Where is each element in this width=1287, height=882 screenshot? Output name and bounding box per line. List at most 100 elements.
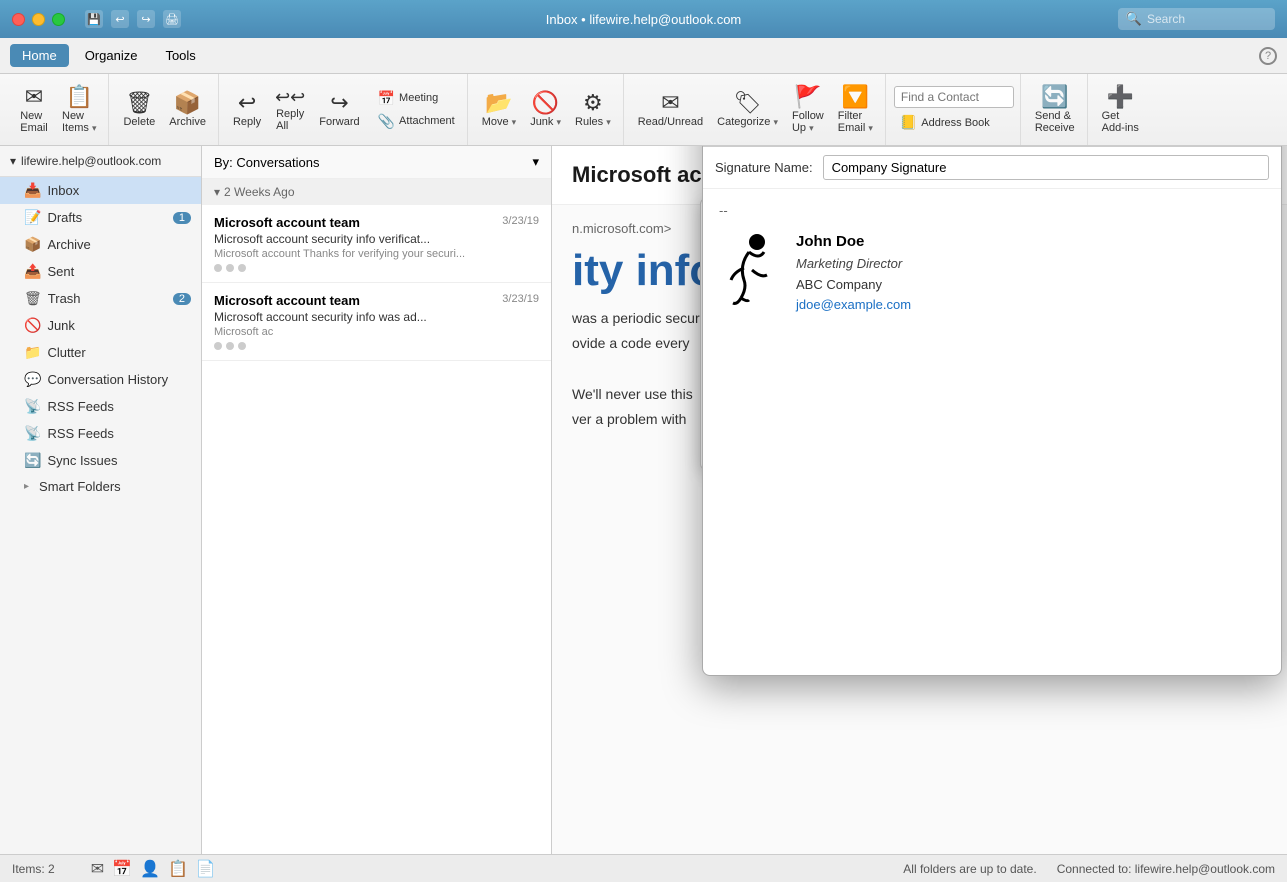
forward-button[interactable]: ↪ Forward: [313, 88, 365, 132]
chevron-down-icon: ▾: [10, 154, 16, 168]
delete-label: Delete: [123, 116, 155, 128]
sidebar-item-archive[interactable]: 📦 Archive: [0, 231, 201, 258]
sidebar-item-drafts[interactable]: 📝 Drafts 1: [0, 204, 201, 231]
meeting-button[interactable]: 📅 Meeting: [372, 88, 461, 109]
sync-label: Sync Issues: [47, 453, 117, 468]
send-receive-button[interactable]: 🔄 Send &Receive: [1029, 82, 1081, 138]
sent-icon: 📤: [24, 263, 41, 280]
sidebar-item-junk[interactable]: 🚫 Junk: [0, 312, 201, 339]
tab-organize[interactable]: Organize: [73, 44, 150, 67]
ribbon-group-send-receive: 🔄 Send &Receive: [1023, 74, 1088, 145]
move-label: Move ▾: [482, 116, 517, 128]
from-address: n.microsoft.com>: [572, 221, 671, 236]
new-items-button[interactable]: 📋 NewItems ▾: [56, 82, 102, 138]
sidebar-item-smart-folders[interactable]: ▸ Smart Folders: [0, 474, 201, 499]
sidebar-item-clutter[interactable]: 📁 Clutter: [0, 339, 201, 366]
close-button[interactable]: [12, 13, 25, 26]
save-ctrl[interactable]: 💾: [85, 10, 103, 28]
rules-button[interactable]: ⚙ Rules ▾: [569, 88, 617, 132]
signature-name-row: Signature Name:: [703, 147, 1281, 189]
new-items-icon: 📋: [66, 86, 93, 108]
move-button[interactable]: 📂 Move ▾: [476, 88, 523, 132]
reply-button[interactable]: ↩ Reply: [227, 88, 267, 132]
get-add-ins-icon: ➕: [1107, 86, 1134, 108]
expand-icon: ▸: [24, 481, 29, 492]
rules-label: Rules ▾: [575, 116, 611, 128]
undo-ctrl[interactable]: ↩: [111, 10, 129, 28]
sig-text-block: John Doe Marketing Director ABC Company …: [796, 230, 911, 316]
minimize-button[interactable]: [32, 13, 45, 26]
forward-label: Forward: [319, 116, 359, 128]
forward-icon: ↪: [330, 92, 348, 114]
items-count: Items: 2: [12, 862, 55, 876]
attachment-label: Attachment: [399, 115, 455, 127]
redo-ctrl[interactable]: ↪: [137, 10, 155, 28]
sidebar-item-rss1[interactable]: 📡 RSS Feeds: [0, 393, 201, 420]
conversation-history-label: Conversation History: [47, 372, 168, 387]
archive-folder-icon: 📦: [24, 236, 41, 253]
sidebar-item-conversation-history[interactable]: 💬 Conversation History: [0, 366, 201, 393]
get-add-ins-button[interactable]: ➕ GetAdd-ins: [1096, 82, 1145, 138]
tasks-icon[interactable]: 📋: [168, 859, 188, 879]
menubar: Home Organize Tools ?: [0, 38, 1287, 74]
find-contact-input[interactable]: [894, 86, 1014, 108]
company-logo-svg: [719, 230, 784, 305]
mail-icon[interactable]: ✉: [91, 859, 104, 879]
junk-folder-label: Junk: [47, 318, 74, 333]
ribbon-group-respond: ↩ Reply ↩↩ ReplyAll ↪ Forward 📅 Meeting …: [221, 74, 468, 145]
tab-tools[interactable]: Tools: [153, 44, 207, 67]
follow-up-button[interactable]: 🚩 FollowUp ▾: [786, 82, 830, 138]
email-item-2[interactable]: 3/23/19 Microsoft account team Microsoft…: [202, 283, 551, 361]
junk-icon: 🚫: [532, 92, 559, 114]
email-item-1[interactable]: 3/23/19 Microsoft account team Microsoft…: [202, 205, 551, 283]
delete-button[interactable]: 🗑 Delete: [117, 88, 161, 132]
bottom-icons: ✉ 📅 👤 📋 📄: [91, 859, 216, 879]
read-unread-button[interactable]: ✉ Read/Unread: [632, 88, 709, 132]
maximize-button[interactable]: [52, 13, 65, 26]
search-bar[interactable]: 🔍: [1118, 8, 1275, 30]
status-text: All folders are up to date.: [903, 862, 1036, 876]
sidebar-item-sent[interactable]: 📤 Sent: [0, 258, 201, 285]
follow-up-icon: 🚩: [794, 86, 821, 108]
smart-folders-label: Smart Folders: [39, 479, 121, 494]
archive-button[interactable]: 📦 Archive: [163, 88, 212, 132]
reply-all-button[interactable]: ↩↩ ReplyAll: [269, 84, 311, 136]
new-email-button[interactable]: ✉ NewEmail: [14, 82, 54, 138]
filter-email-label: FilterEmail ▾: [838, 110, 873, 134]
contacts-icon[interactable]: 👤: [140, 859, 160, 879]
sidebar-account[interactable]: ▾ lifewire.help@outlook.com: [0, 146, 201, 177]
calendar-icon[interactable]: 📅: [112, 859, 132, 879]
categorize-icon: 🏷: [734, 92, 762, 114]
reply-label: Reply: [233, 116, 261, 128]
sig-name-label: Signature Name:: [715, 160, 813, 175]
notes-icon[interactable]: 📄: [196, 859, 216, 879]
search-input[interactable]: [1147, 12, 1267, 26]
sidebar-item-sync[interactable]: 🔄 Sync Issues: [0, 447, 201, 474]
meeting-icon: 📅: [378, 90, 395, 107]
dot: [226, 342, 234, 350]
new-items-label: NewItems ▾: [62, 110, 96, 134]
sort-dropdown-icon[interactable]: ▾: [532, 154, 539, 170]
inbox-label: Inbox: [47, 183, 79, 198]
sidebar-item-trash[interactable]: 🗑 Trash 2: [0, 285, 201, 312]
help-icon[interactable]: ?: [1259, 47, 1277, 65]
junk-button[interactable]: 🚫 Junk ▾: [524, 88, 567, 132]
sig-name-input[interactable]: [823, 155, 1269, 180]
attachment-button[interactable]: 📎 Attachment: [372, 111, 461, 132]
categorize-button[interactable]: 🏷 Categorize ▾: [711, 88, 784, 132]
signature-editor[interactable]: --: [703, 189, 1281, 449]
address-book-button[interactable]: 📒 Address Book: [894, 112, 1014, 133]
read-unread-icon: ✉: [661, 92, 679, 114]
filter-email-button[interactable]: 🔽 FilterEmail ▾: [832, 82, 879, 138]
sig-email-link[interactable]: jdoe@example.com: [796, 297, 911, 312]
tab-home[interactable]: Home: [10, 44, 69, 67]
ribbon-group-add-ins: ➕ GetAdd-ins: [1090, 74, 1151, 145]
print-ctrl[interactable]: 🖨: [163, 10, 181, 28]
email-preview-2: Microsoft ac: [214, 326, 539, 338]
sidebar-item-inbox[interactable]: 📥 Inbox: [0, 177, 201, 204]
sidebar-item-rss2[interactable]: 📡 RSS Feeds: [0, 420, 201, 447]
drafts-label: Drafts: [47, 210, 82, 225]
ribbon-group-tags: ✉ Read/Unread 🏷 Categorize ▾ 🚩 FollowUp …: [626, 74, 886, 145]
ribbon-group-new: ✉ NewEmail 📋 NewItems ▾: [8, 74, 109, 145]
junk-folder-icon: 🚫: [24, 317, 41, 334]
